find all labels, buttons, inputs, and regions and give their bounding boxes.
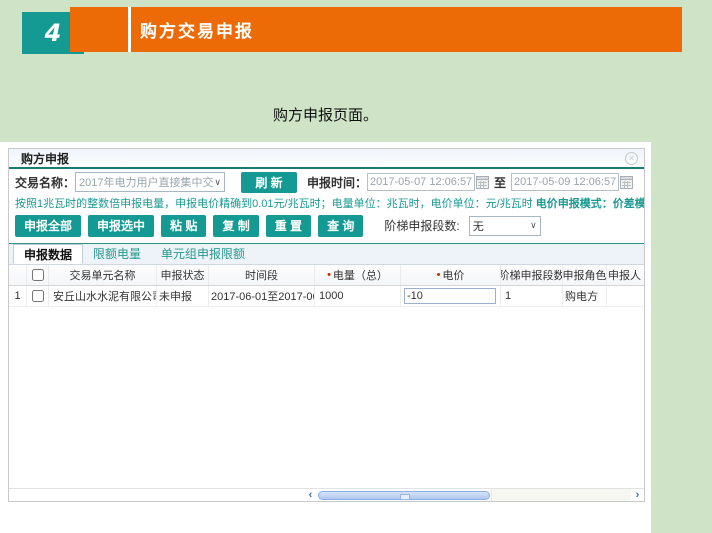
ladder-segments-label: 阶梯申报段数:: [384, 217, 459, 234]
required-icon: •: [327, 269, 331, 281]
scrollbar-track[interactable]: [491, 489, 631, 501]
tab-unit-group-quota[interactable]: 单元组申报限额: [151, 244, 255, 264]
panel-header: 购方申报 ×: [9, 149, 644, 169]
time-to-group: [511, 173, 633, 191]
section-title-banner: 购方交易申报: [70, 7, 682, 52]
collapse-icon[interactable]: ×: [625, 152, 638, 165]
row-number-header: [9, 265, 27, 285]
section-title: 购方交易申报: [140, 17, 254, 42]
time-from-input[interactable]: [367, 173, 475, 191]
trade-name-value: 2017年电力用户直接集中交易模拟: [79, 174, 213, 190]
cell-role: 购电方: [563, 286, 607, 306]
banner-divider: [128, 7, 131, 52]
chevron-down-icon: ∨: [213, 177, 222, 188]
note-price-mode: 电价申报模式：价差模式: [536, 198, 644, 210]
page-caption: 购方申报页面。: [0, 104, 651, 125]
tab-bar: 申报数据 限额电量 单元组申报限额: [9, 244, 644, 265]
buyer-declaration-panel: 购方申报 × 交易名称： 2017年电力用户直接集中交易模拟 ∨ 刷 新 申报时…: [8, 148, 645, 502]
table-header-row: 交易单元名称 申报状态 时间段 •电量（总） •电价 阶梯申报段数 申报角色 申…: [9, 265, 644, 286]
col-header-status: 申报状态: [157, 265, 209, 285]
cell-quantity: 1000: [315, 286, 401, 306]
calendar-icon[interactable]: [476, 176, 489, 189]
scroll-right-icon[interactable]: ›: [631, 489, 644, 501]
row-checkbox-cell: [27, 286, 49, 306]
ladder-segments-value: 无: [473, 218, 529, 234]
time-from-group: [367, 173, 489, 191]
cell-ladder: 1: [501, 286, 563, 306]
tab-declaration-data[interactable]: 申报数据: [13, 244, 83, 264]
cell-person: [607, 286, 644, 306]
action-toolbar: 申报全部 申报选中 粘 贴 复 制 重 置 查 询 阶梯申报段数: 无 ∨: [9, 210, 644, 243]
filter-form-row: 交易名称： 2017年电力用户直接集中交易模拟 ∨ 刷 新 申报时间： 至: [9, 169, 644, 195]
table-row: 1 安丘山水水泥有限公司 未申报 2017-06-01至2017-06-30 1…: [9, 286, 644, 307]
trade-name-label: 交易名称：: [15, 174, 75, 191]
query-button[interactable]: 查 询: [318, 215, 363, 237]
required-icon: •: [437, 269, 441, 281]
declare-selected-button[interactable]: 申报选中: [88, 215, 154, 237]
panel-title: 购方申报: [21, 150, 69, 167]
paste-button[interactable]: 粘 贴: [161, 215, 206, 237]
reset-button[interactable]: 重 置: [266, 215, 311, 237]
col-header-person: 申报人: [607, 265, 644, 285]
select-all-checkbox[interactable]: [32, 269, 44, 281]
col-header-quantity-text: 电量（总）: [333, 267, 388, 283]
col-header-price-text: 电价: [442, 267, 464, 283]
cell-period: 2017-06-01至2017-06-30: [209, 286, 315, 306]
col-header-role: 申报角色: [563, 265, 607, 285]
row-number: 1: [9, 286, 27, 306]
col-header-quantity: •电量（总）: [315, 265, 401, 285]
tab-quota-quantity[interactable]: 限额电量: [83, 244, 151, 264]
col-header-price: •电价: [401, 265, 501, 285]
time-to-input[interactable]: [511, 173, 619, 191]
scrollbar-left-spacer: [9, 489, 304, 501]
trade-name-select[interactable]: 2017年电力用户直接集中交易模拟 ∨: [75, 172, 225, 192]
note-text: 按照1兆瓦时的整数倍申报电量，申报电价精确到0.01元/兆瓦时；电量单位：兆瓦时…: [15, 198, 536, 210]
ladder-segments-select[interactable]: 无 ∨: [469, 216, 541, 236]
to-label: 至: [494, 174, 506, 191]
declare-time-label: 申报时间：: [307, 174, 367, 191]
row-checkbox[interactable]: [32, 290, 44, 302]
price-input[interactable]: [404, 288, 496, 304]
declare-all-button[interactable]: 申报全部: [15, 215, 81, 237]
table-empty-area: [9, 307, 644, 488]
scrollbar-thumb[interactable]: [318, 491, 490, 500]
refresh-button[interactable]: 刷 新: [241, 172, 297, 193]
chevron-down-icon: ∨: [529, 220, 538, 231]
declaration-rule-note: 按照1兆瓦时的整数倍申报电量，申报电价精确到0.01元/兆瓦时；电量单位：兆瓦时…: [9, 195, 644, 210]
cell-status: 未申报: [157, 286, 209, 306]
cell-unit-name: 安丘山水水泥有限公司: [49, 286, 157, 306]
col-header-period: 时间段: [209, 265, 315, 285]
col-header-name: 交易单元名称: [49, 265, 157, 285]
col-header-ladder: 阶梯申报段数: [501, 265, 563, 285]
copy-button[interactable]: 复 制: [213, 215, 258, 237]
cell-price: [401, 286, 501, 306]
calendar-icon[interactable]: [620, 176, 633, 189]
scroll-left-icon[interactable]: ‹: [304, 489, 317, 501]
horizontal-scrollbar: ‹ ›: [9, 488, 644, 501]
app-screenshot-area: 购方申报 × 交易名称： 2017年电力用户直接集中交易模拟 ∨ 刷 新 申报时…: [0, 142, 651, 533]
select-all-cell: [27, 265, 49, 285]
